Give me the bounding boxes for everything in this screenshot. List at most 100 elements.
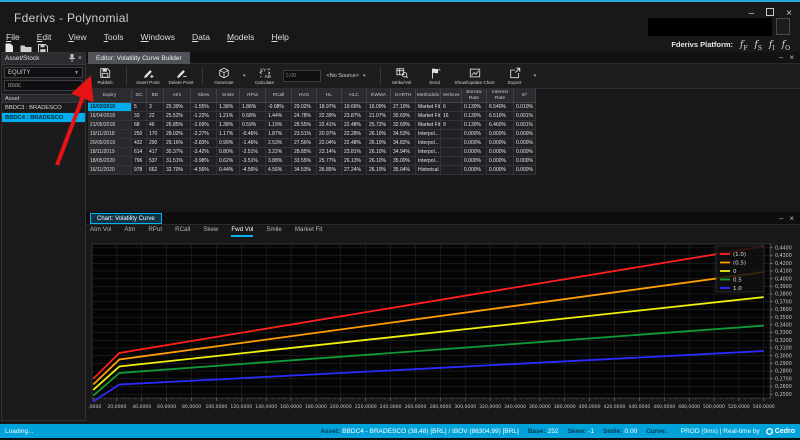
- table-cell[interactable]: 0.000%: [514, 157, 536, 166]
- table-cell[interactable]: 22.04%: [317, 139, 342, 148]
- table-cell[interactable]: Interpol...: [416, 139, 441, 148]
- chart-tab-rcall[interactable]: RCall: [175, 226, 190, 237]
- table-cell[interactable]: 0.000%: [462, 157, 487, 166]
- table-cell[interactable]: 16.09%: [367, 103, 391, 112]
- menu-edit[interactable]: Edit: [35, 31, 54, 43]
- chart-tab-skew[interactable]: Skew: [203, 226, 218, 237]
- table-cell[interactable]: 28.55%: [292, 121, 317, 130]
- table-cell[interactable]: -0.46%: [240, 130, 266, 139]
- table-cell[interactable]: 24.78%: [292, 112, 317, 121]
- table-cell[interactable]: 662: [147, 166, 164, 175]
- table-cell[interactable]: 30.69%: [391, 112, 416, 121]
- table-cell[interactable]: Interpol...: [416, 148, 441, 157]
- table-cell[interactable]: 16/04/2018: [88, 112, 132, 121]
- table-cell[interactable]: 0.000%: [487, 148, 514, 157]
- table-cell[interactable]: 0.000%: [514, 148, 536, 157]
- table-cell[interactable]: 20.97%: [317, 130, 342, 139]
- table-cell[interactable]: 6: [441, 103, 462, 112]
- table-cell[interactable]: 26.13%: [342, 157, 367, 166]
- table-cell[interactable]: 0.62%: [217, 157, 240, 166]
- menu-tools[interactable]: Tools: [102, 31, 126, 43]
- table-cell[interactable]: 28.85%: [292, 148, 317, 157]
- table-cell[interactable]: 22.41%: [317, 121, 342, 130]
- chart-tab-atm[interactable]: Atm: [124, 226, 135, 237]
- table-cell[interactable]: 34.82%: [391, 139, 416, 148]
- asset-filter-input[interactable]: [8, 83, 79, 89]
- table-cell[interactable]: 9: [441, 121, 462, 130]
- table-cell[interactable]: 0.130%: [462, 112, 487, 121]
- table-cell[interactable]: 0.001%: [514, 121, 536, 130]
- table-cell[interactable]: 34.94%: [391, 148, 416, 157]
- market-select[interactable]: EQUITY ▼: [4, 67, 83, 78]
- show-update-chart-button[interactable]: Show/Update Chart: [453, 67, 497, 85]
- table-cell[interactable]: 19.66%: [342, 103, 367, 112]
- table-cell[interactable]: [441, 139, 462, 148]
- table-cell[interactable]: 46: [147, 121, 164, 130]
- table-cell[interactable]: 0.000%: [462, 130, 487, 139]
- table-cell[interactable]: 34.53%: [391, 130, 416, 139]
- table-cell[interactable]: 22.48%: [342, 121, 367, 130]
- table-cell[interactable]: 0.59%: [240, 121, 266, 130]
- chart-tab-fwd-vol[interactable]: Fwd Vol: [231, 226, 253, 237]
- table-cell[interactable]: [441, 166, 462, 175]
- table-cell[interactable]: 26.10%: [367, 148, 391, 157]
- table-cell[interactable]: 34.53%: [292, 166, 317, 175]
- table-cell[interactable]: 26.10%: [367, 130, 391, 139]
- minimize-button[interactable]: –: [749, 9, 755, 19]
- table-cell[interactable]: 29.02%: [292, 103, 317, 112]
- table-cell[interactable]: 19/11/2018: [88, 130, 132, 139]
- table-cell[interactable]: 1.19%: [266, 121, 292, 130]
- table-cell[interactable]: 1.38%: [217, 121, 240, 130]
- asset-row[interactable]: BBDC4 : BRADESCO: [2, 113, 85, 123]
- table-cell[interactable]: -0.08%: [266, 103, 292, 112]
- table-cell[interactable]: 68: [132, 121, 147, 130]
- table-cell[interactable]: 23.87%: [342, 112, 367, 121]
- menu-view[interactable]: View: [66, 31, 88, 43]
- table-cell[interactable]: -1.69%: [191, 121, 217, 130]
- table-cell[interactable]: 22.28%: [342, 130, 367, 139]
- table-cell[interactable]: 0.000%: [462, 148, 487, 157]
- table-cell[interactable]: 26.85%: [317, 166, 342, 175]
- table-cell[interactable]: 3.22%: [266, 148, 292, 157]
- table-cell[interactable]: 20/05/2019: [88, 139, 132, 148]
- table-cell[interactable]: 796: [132, 157, 147, 166]
- table-cell[interactable]: 170: [147, 130, 164, 139]
- table-cell[interactable]: 6.460%: [487, 121, 514, 130]
- table-cell[interactable]: 30.37%: [164, 148, 191, 157]
- table-cell[interactable]: 0.010%: [514, 103, 536, 112]
- publish-button[interactable]: Publish: [90, 67, 120, 85]
- table-cell[interactable]: 0.000%: [514, 139, 536, 148]
- table-cell[interactable]: 26.10%: [367, 139, 391, 148]
- table-cell[interactable]: Market Fit: [416, 112, 441, 121]
- table-cell[interactable]: 32.70%: [164, 166, 191, 175]
- pane-minimize-icon[interactable]: –: [779, 54, 783, 62]
- table-cell[interactable]: 26.10%: [367, 166, 391, 175]
- chart-tab-rput[interactable]: RPut: [148, 226, 162, 237]
- table-cell[interactable]: 22.39%: [317, 112, 342, 121]
- table-cell[interactable]: 0.80%: [217, 148, 240, 157]
- table-cell[interactable]: 0.44%: [217, 166, 240, 175]
- table-cell[interactable]: 33: [132, 112, 147, 121]
- table-cell[interactable]: 537: [147, 157, 164, 166]
- platform-fS-icon[interactable]: fS: [755, 40, 762, 52]
- chart-tab-market-fit[interactable]: Market Fit: [295, 226, 323, 237]
- table-cell[interactable]: 290: [147, 139, 164, 148]
- table-cell[interactable]: 0.99%: [217, 139, 240, 148]
- table-cell[interactable]: 1.17%: [217, 130, 240, 139]
- table-cell[interactable]: 0.000%: [462, 166, 487, 175]
- table-cell[interactable]: [441, 148, 462, 157]
- pane-close-icon[interactable]: ×: [789, 54, 794, 62]
- table-cell[interactable]: 0.000%: [514, 166, 536, 175]
- table-cell[interactable]: 23.51%: [292, 130, 317, 139]
- table-cell[interactable]: 0.001%: [514, 112, 536, 121]
- table-cell[interactable]: -3.42%: [191, 148, 217, 157]
- table-cell[interactable]: Interpol...: [416, 130, 441, 139]
- table-cell[interactable]: 26.85%: [164, 121, 191, 130]
- menu-data[interactable]: Data: [190, 31, 212, 43]
- source-select[interactable]: <No Source>▾: [324, 70, 374, 82]
- tab-volatility-curve-builder[interactable]: Editor: Volatility Curve Builder: [88, 52, 190, 64]
- table-cell[interactable]: 1.87%: [266, 130, 292, 139]
- asset-row[interactable]: BBDC3 : BRADESCO: [2, 103, 85, 113]
- chart-pane-minimize-icon[interactable]: –: [779, 215, 783, 223]
- table-cell[interactable]: 18/11/2019: [88, 148, 132, 157]
